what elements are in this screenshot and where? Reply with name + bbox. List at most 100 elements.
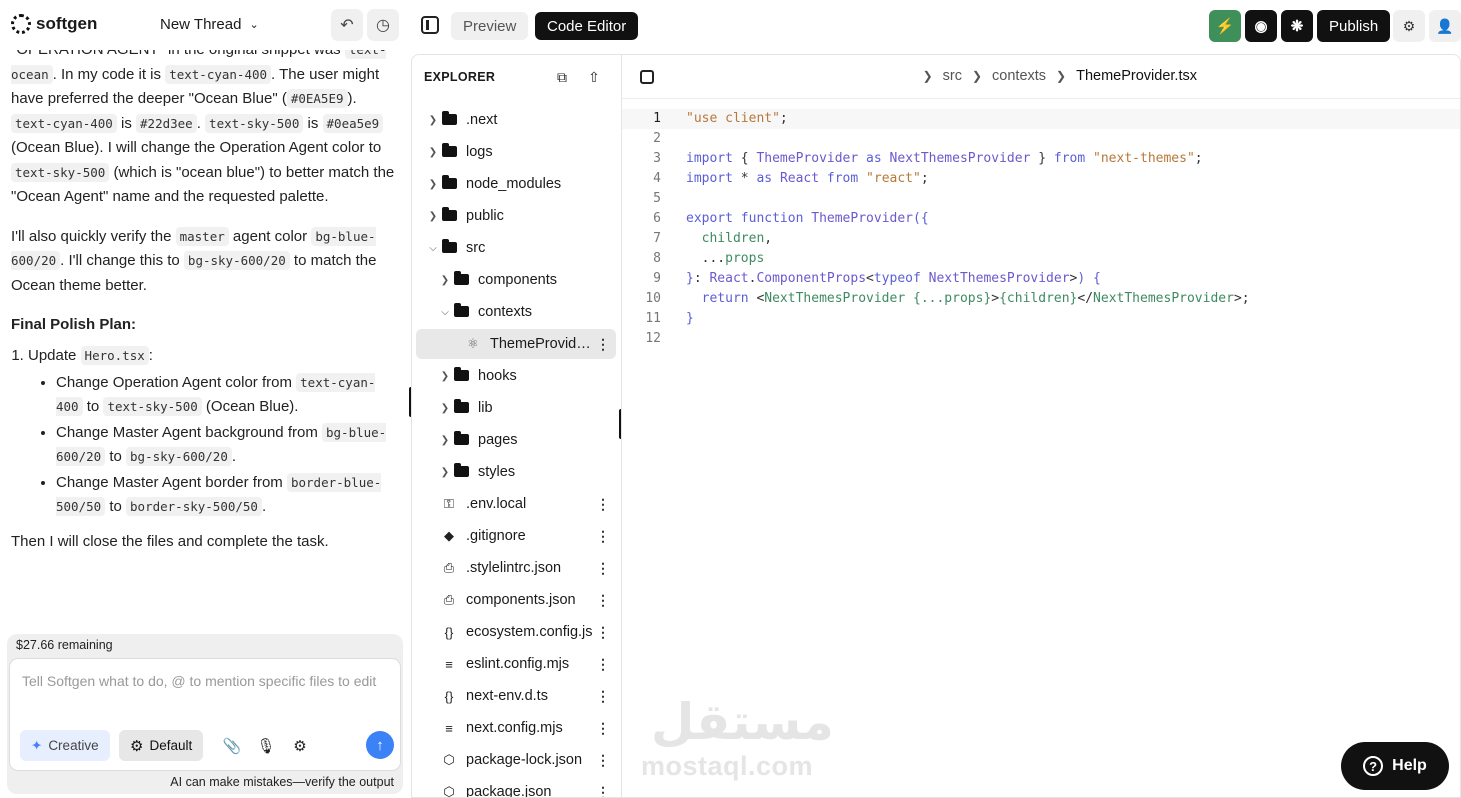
settings-button[interactable]: ⚙ [289, 735, 311, 757]
creative-mode-button[interactable]: ✦ Creative [20, 730, 110, 761]
history-button[interactable]: ◷ [367, 9, 399, 41]
more-options-icon[interactable]: ⋮ [596, 784, 610, 798]
watermark-latin: mostaql.com [641, 751, 814, 781]
breadcrumb-item[interactable]: contexts [992, 68, 1046, 84]
tree-file[interactable]: ◆ .gitignore ⋮ [416, 521, 616, 551]
tree-file[interactable]: ⚛ ThemeProvider.tsx⋮ [416, 329, 616, 359]
chat-text: Update [28, 346, 81, 364]
tree-folder[interactable]: ⌵ contexts [416, 297, 616, 327]
github-icon: ◉ [1254, 18, 1268, 35]
tree-folder[interactable]: ❯ hooks [416, 361, 616, 391]
more-options-icon[interactable]: ⋮ [596, 752, 610, 769]
tree-folder[interactable]: ❯ public [416, 201, 616, 231]
tree-file[interactable]: ≡ eslint.config.mjs ⋮ [416, 649, 616, 679]
code-text: export function ThemeProvider({ [686, 211, 929, 226]
publish-button[interactable]: Publish [1317, 10, 1391, 42]
chevron-right-icon: ❯ [428, 210, 438, 222]
tree-file[interactable]: ⬡ package-lock.json ⋮ [416, 745, 616, 775]
brand-logo[interactable]: softgen [11, 14, 97, 34]
thread-title: New Thread [160, 16, 242, 33]
tree-file[interactable]: ≡ next.config.mjs ⋮ [416, 713, 616, 743]
tree-folder[interactable]: ❯ node_modules [416, 169, 616, 199]
breadcrumb-item[interactable]: src [943, 68, 962, 84]
code-line: 2 [622, 129, 1460, 149]
chat-text: to [105, 447, 127, 465]
send-button[interactable]: ↑ [366, 731, 394, 759]
account-button[interactable]: 👤 [1429, 10, 1461, 42]
more-options-icon[interactable]: ⋮ [596, 592, 610, 609]
tree-folder[interactable]: ❯ components [416, 265, 616, 295]
tree-file[interactable]: {} next-env.d.ts ⋮ [416, 681, 616, 711]
chevron-down-icon: ⌵ [429, 242, 437, 254]
prompt-placeholder: Tell Softgen what to do, @ to mention sp… [22, 673, 377, 689]
supabase-button[interactable]: ⚡ [1209, 10, 1241, 42]
default-model-button[interactable]: ⚙ Default [119, 730, 204, 761]
folder-icon [452, 398, 470, 416]
tree-item-label: public [466, 208, 504, 224]
tree-folder[interactable]: ⌵ src [416, 233, 616, 263]
more-options-icon[interactable]: ⋮ [596, 624, 610, 641]
tree-file[interactable]: ⎙ .stylelintrc.json ⋮ [416, 553, 616, 583]
more-options-icon[interactable]: ⋮ [596, 528, 610, 545]
user-icon: 👤 [1436, 17, 1454, 34]
code-content[interactable]: 1 "use client"; 2 3 import { ThemeProvider a… [622, 109, 1460, 349]
more-options-icon[interactable]: ⋮ [596, 656, 610, 673]
project-settings-button[interactable]: ⚙ [1393, 10, 1425, 42]
tab-preview[interactable]: Preview [451, 12, 529, 40]
chat-text: . I'll change this to [60, 252, 184, 269]
chevron-right-icon: ❯ [440, 434, 450, 446]
settings-lines-icon: ≡ [445, 656, 453, 672]
tree-file[interactable]: {} ecosystem.config.js ⋮ [416, 617, 616, 647]
undo-button[interactable]: ↶ [331, 9, 363, 41]
more-options-icon[interactable]: ⋮ [596, 720, 610, 737]
chat-text: . [261, 497, 267, 515]
github-button[interactable]: ◉ [1245, 10, 1277, 42]
integrations-button[interactable]: ❋ [1281, 10, 1313, 42]
tree-item-label: styles [478, 464, 516, 480]
more-options-icon[interactable]: ⋮ [596, 688, 610, 705]
file-code-icon: ⎙ [443, 592, 455, 607]
inline-code: bg-sky-600/20 [183, 251, 290, 270]
tree-file[interactable]: ⬡ package.json ⋮ [416, 777, 616, 798]
chat-text: : [148, 346, 153, 364]
breadcrumb-current: ThemeProvider.tsx [1076, 68, 1197, 84]
line-number: 5 [653, 191, 661, 206]
prompt-input[interactable]: Tell Softgen what to do, @ to mention sp… [9, 658, 401, 771]
thread-selector[interactable]: New Thread ⌄ [160, 16, 259, 33]
folder-icon [440, 174, 458, 192]
tree-folder[interactable]: ❯ logs [416, 137, 616, 167]
tree-file[interactable]: ⎙ components.json ⋮ [416, 585, 616, 615]
sidebar-toggle-icon[interactable] [421, 16, 439, 34]
code-text: }: React.ComponentProps<typeof NextTheme… [686, 271, 1101, 286]
tree-folder[interactable]: ❯ lib [416, 393, 616, 423]
help-button[interactable]: ? Help [1341, 742, 1449, 790]
line-number: 10 [645, 291, 661, 306]
tree-file[interactable]: ⚿ .env.local ⋮ [416, 489, 616, 519]
tree-folder[interactable]: ❯ pages [416, 425, 616, 455]
tree-item-label: ThemeProvider.tsx [490, 336, 596, 352]
attach-button[interactable]: 📎 [221, 735, 243, 757]
upload-icon[interactable]: ⇧ [585, 68, 603, 86]
plan-bullet: Change Operation Agent color from text-c… [56, 371, 396, 418]
microphone-button[interactable]: 🎙 [255, 735, 277, 757]
tab-code-editor[interactable]: Code Editor [535, 12, 639, 40]
folder-icon [452, 430, 470, 448]
inline-code: #0ea5e9 [322, 113, 384, 133]
toggle-explorer-icon[interactable] [640, 70, 654, 84]
chat-text: . [231, 447, 237, 465]
tree-folder[interactable]: ❯ .next [416, 105, 616, 135]
tree-folder[interactable]: ❯ styles [416, 457, 616, 487]
paperclip-icon: 📎 [222, 738, 242, 755]
more-options-icon[interactable]: ⋮ [596, 336, 610, 353]
more-options-icon[interactable]: ⋮ [596, 560, 610, 577]
collapse-all-icon[interactable]: ⧉ [553, 68, 571, 86]
softgen-logo-icon [11, 14, 31, 34]
settings-lines-icon: ≡ [445, 720, 453, 736]
code-line: 9}: React.ComponentProps<typeof NextThem… [622, 269, 1460, 289]
chat-closing: Then I will close the files and complete… [11, 533, 329, 550]
line-number: 8 [653, 251, 661, 266]
chevron-down-icon: ⌄ [249, 19, 259, 31]
more-options-icon[interactable]: ⋮ [596, 496, 610, 513]
brand-name: softgen [36, 14, 98, 33]
explorer-title: EXPLORER [424, 70, 496, 84]
